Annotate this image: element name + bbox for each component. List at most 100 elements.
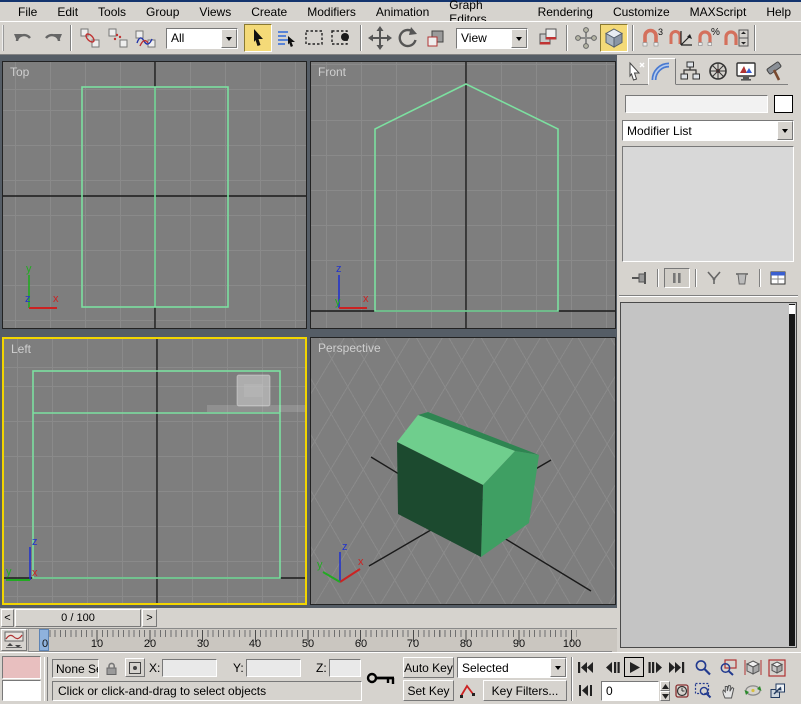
time-slider-prev-button[interactable]: < [1, 609, 14, 627]
maxscript-listener-macro[interactable] [2, 656, 41, 679]
current-frame-field[interactable]: 0 [601, 681, 659, 701]
select-and-move-button[interactable] [366, 24, 394, 52]
next-frame-button[interactable] [646, 658, 665, 677]
modifier-stack-list[interactable] [622, 146, 794, 262]
viewport-left-active[interactable]: z y x Left [2, 337, 307, 605]
select-and-link-button[interactable] [76, 24, 104, 52]
pin-stack-button[interactable] [628, 268, 652, 288]
perspective-viewport-canvas[interactable]: z x y [311, 338, 616, 605]
select-and-scale-button[interactable] [422, 24, 450, 52]
open-mini-curve-editor-button[interactable] [1, 629, 27, 651]
spinner-snap-toggle-button[interactable] [722, 24, 750, 52]
menu-help[interactable]: Help [756, 3, 801, 21]
select-and-manipulate-button[interactable] [572, 24, 600, 52]
select-by-name-button[interactable] [272, 24, 300, 52]
select-object-button[interactable] [244, 24, 272, 52]
front-viewport-canvas[interactable]: z x y [311, 62, 616, 329]
tab-utilities[interactable] [760, 58, 788, 85]
remove-modifier-button[interactable] [730, 268, 754, 288]
use-pivot-point-center-button[interactable] [534, 24, 562, 52]
region-zoom-button[interactable] [693, 681, 713, 700]
menu-modifiers[interactable]: Modifiers [297, 3, 366, 21]
viewport-perspective[interactable]: z x y Perspective [310, 337, 616, 605]
selection-lock-toggle[interactable] [102, 659, 119, 677]
angle-snap-toggle-button[interactable] [666, 24, 694, 52]
coordinate-system-dropdown-button[interactable] [511, 28, 527, 48]
window-crossing-toggle-button[interactable] [328, 24, 356, 52]
go-to-end-button[interactable] [667, 658, 686, 677]
modifier-list-combo[interactable]: Modifier List [622, 120, 794, 141]
pan-view-button[interactable] [718, 681, 738, 700]
house-wireframe-top[interactable] [81, 86, 229, 308]
key-filters-button[interactable]: Key Filters... [483, 680, 567, 701]
tab-display[interactable] [732, 58, 760, 85]
bind-to-space-warp-button[interactable] [132, 24, 160, 52]
tab-motion[interactable] [704, 58, 732, 85]
previous-frame-button[interactable] [602, 658, 621, 677]
rollout-area[interactable] [620, 302, 797, 648]
select-and-rotate-button[interactable] [394, 24, 422, 52]
menu-group[interactable]: Group [136, 3, 189, 21]
go-to-start-button[interactable] [576, 658, 595, 677]
menu-views[interactable]: Views [189, 3, 241, 21]
menu-tools[interactable]: Tools [88, 3, 136, 21]
tab-modify[interactable] [648, 58, 676, 85]
rectangular-selection-region-button[interactable] [300, 24, 328, 52]
menu-create[interactable]: Create [241, 3, 297, 21]
key-mode-toggle-button[interactable] [576, 681, 595, 700]
percent-snap-toggle-button[interactable]: % [694, 24, 722, 52]
modifier-list-dropdown-button[interactable] [777, 121, 793, 140]
viewport-front[interactable]: z x y Front [310, 61, 616, 329]
menu-maxscript[interactable]: MAXScript [680, 3, 757, 21]
minmax-toggle-button[interactable] [767, 681, 787, 700]
time-slider-track[interactable]: < 0 / 100 > [0, 608, 617, 629]
tab-hierarchy[interactable] [676, 58, 704, 85]
reference-coordinate-system-combo[interactable]: View [456, 27, 528, 49]
set-keys-button[interactable] [363, 663, 399, 693]
zoom-all-button[interactable] [718, 658, 738, 677]
key-filter-scope-combo[interactable]: Selected [457, 657, 567, 678]
zoom-extents-all-button[interactable] [767, 658, 787, 677]
z-coordinate-field[interactable] [329, 659, 361, 677]
time-configuration-button[interactable] [673, 681, 692, 700]
rollout-scrollbar-thumb[interactable] [789, 305, 795, 314]
show-end-result-button[interactable] [664, 268, 690, 288]
menu-customize[interactable]: Customize [603, 3, 680, 21]
selection-filter-dropdown-button[interactable] [221, 28, 237, 48]
menu-animation[interactable]: Animation [366, 3, 439, 21]
maxscript-listener-input[interactable] [2, 680, 41, 701]
menu-edit[interactable]: Edit [47, 3, 88, 21]
top-viewport-canvas[interactable]: y x z [3, 62, 307, 329]
object-name-field[interactable] [625, 95, 768, 113]
zoom-extents-button[interactable] [743, 658, 763, 677]
time-slider-next-button[interactable]: > [142, 609, 157, 627]
auto-key-button[interactable]: Auto Key [403, 657, 454, 678]
menu-rendering[interactable]: Rendering [528, 3, 603, 21]
selection-filter-combo[interactable]: All [166, 27, 238, 49]
default-in-out-tangents-button[interactable] [457, 680, 479, 701]
snaps-toggle-button[interactable]: 3 [638, 24, 666, 52]
zoom-button[interactable] [693, 658, 713, 677]
listener-splitter[interactable] [44, 657, 48, 701]
unlink-selection-button[interactable] [104, 24, 132, 52]
key-filter-dropdown-button[interactable] [550, 658, 566, 677]
frame-spinner[interactable] [660, 681, 670, 701]
arc-rotate-button[interactable] [743, 681, 763, 700]
play-animation-button[interactable] [624, 657, 644, 677]
x-coordinate-field[interactable] [162, 659, 217, 677]
object-color-swatch[interactable] [774, 95, 793, 113]
absolute-offset-mode-toggle[interactable] [125, 658, 145, 677]
left-viewport-canvas[interactable]: z y x [4, 339, 305, 603]
viewport-top[interactable]: y x z Top [2, 61, 307, 329]
y-coordinate-field[interactable] [246, 659, 301, 677]
set-key-button[interactable]: Set Key [403, 680, 454, 701]
make-unique-button[interactable] [702, 268, 726, 288]
track-bar-ruler[interactable]: 0 10 20 30 40 50 60 70 80 90 100 [28, 629, 612, 652]
toolbar-grip[interactable] [2, 25, 7, 51]
house-object[interactable] [397, 412, 539, 557]
menu-file[interactable]: File [8, 3, 47, 21]
redo-button[interactable] [38, 24, 66, 52]
configure-modifier-sets-button[interactable] [766, 268, 790, 288]
undo-button[interactable] [10, 24, 38, 52]
time-slider-handle[interactable]: 0 / 100 [15, 609, 141, 627]
